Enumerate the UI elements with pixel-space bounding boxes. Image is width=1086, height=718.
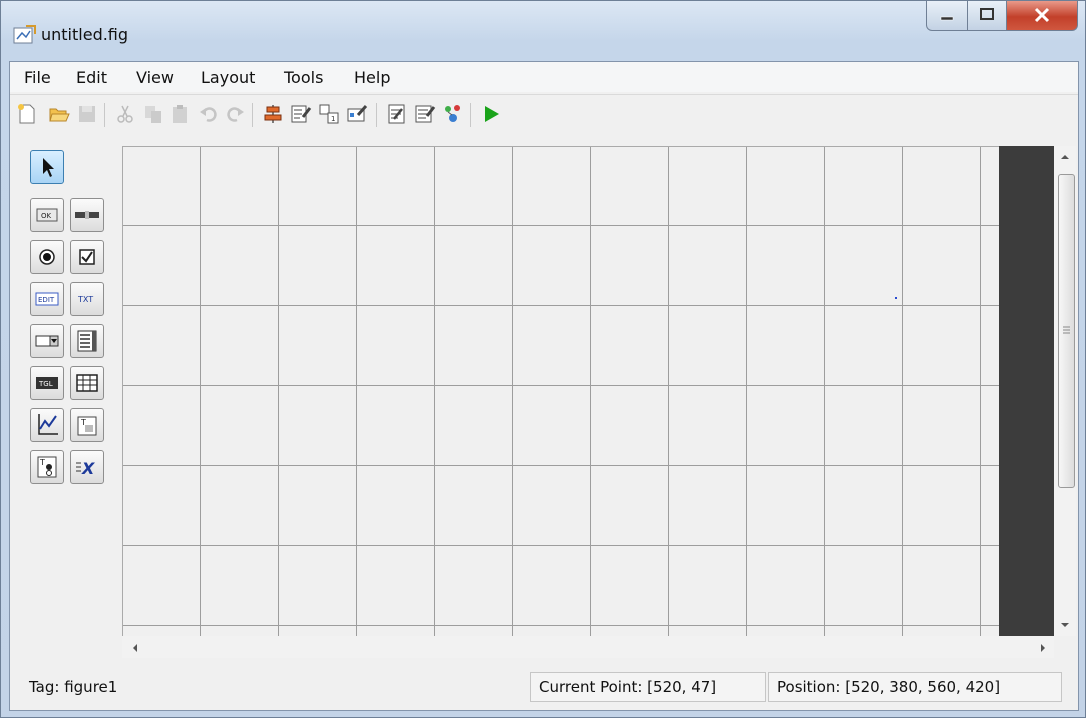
axes-icon <box>38 414 58 435</box>
close-icon <box>1034 7 1050 23</box>
cut-icon[interactable] <box>114 103 136 125</box>
radio-button-tool[interactable] <box>30 240 64 274</box>
align-objects-icon[interactable] <box>262 103 284 125</box>
component-palette: OK EDIT TXT TGL T T X <box>30 150 116 540</box>
tab-order-editor-icon[interactable]: 1 <box>318 103 340 125</box>
minimize-button[interactable] <box>926 1 968 31</box>
canvas-marker-dot <box>895 297 897 299</box>
panel-tool[interactable]: T <box>70 408 104 442</box>
svg-text:EDIT: EDIT <box>38 296 55 304</box>
window-title: untitled.fig <box>41 25 129 44</box>
menu-file[interactable]: File <box>24 68 51 87</box>
table-tool[interactable] <box>70 366 104 400</box>
menu-bar: File Edit View Layout Tools Help <box>10 62 1078 92</box>
svg-text:X: X <box>81 459 95 478</box>
menu-view[interactable]: View <box>136 68 174 87</box>
paste-icon[interactable] <box>170 103 192 125</box>
horizontal-scrollbar[interactable] <box>122 636 1054 658</box>
status-tag: Tag: figure1 <box>29 678 118 696</box>
activex-control-icon: X <box>76 459 95 478</box>
svg-text:TXT: TXT <box>77 295 93 304</box>
status-current-point: Current Point: [520, 47] <box>530 672 766 702</box>
activex-control-tool[interactable]: X <box>70 450 104 484</box>
pop-up-menu-icon <box>35 335 59 347</box>
maximize-icon <box>980 8 994 20</box>
scroll-right-arrow-icon[interactable] <box>1038 642 1048 654</box>
vertical-scrollbar[interactable] <box>1054 146 1076 636</box>
toolbar: 1 <box>10 94 1078 131</box>
toolbar-separator <box>376 103 377 127</box>
copy-icon[interactable] <box>142 103 164 125</box>
svg-text:OK: OK <box>41 212 52 220</box>
scroll-up-arrow-icon[interactable] <box>1059 152 1071 162</box>
toggle-button-icon: TGL <box>36 377 58 389</box>
listbox-tool[interactable] <box>70 324 104 358</box>
client-area: File Edit View Layout Tools Help 1 OK ED… <box>9 61 1079 711</box>
button-group-icon: T <box>37 456 57 478</box>
close-button[interactable] <box>1006 1 1078 31</box>
slider-tool[interactable] <box>70 198 104 232</box>
layout-grid-area[interactable] <box>122 146 1001 637</box>
title-bar[interactable]: untitled.fig <box>1 1 1085 61</box>
toolbar-separator <box>104 103 105 127</box>
open-file-icon[interactable] <box>48 103 70 125</box>
scroll-down-arrow-icon[interactable] <box>1059 620 1071 630</box>
status-position: Position: [520, 380, 560, 420] <box>768 672 1062 702</box>
redo-icon[interactable] <box>224 103 246 125</box>
vertical-scroll-thumb[interactable] <box>1058 174 1075 488</box>
property-inspector-icon[interactable] <box>414 103 436 125</box>
axes-tool[interactable] <box>30 408 64 442</box>
check-box-icon <box>79 249 95 265</box>
static-text-tool[interactable]: TXT <box>70 282 104 316</box>
select-arrow-icon <box>43 158 54 177</box>
menu-edit[interactable]: Edit <box>76 68 107 87</box>
minimize-icon <box>940 16 954 21</box>
new-figure-icon[interactable] <box>16 103 38 125</box>
slider-icon <box>75 211 99 219</box>
table-icon <box>76 374 98 392</box>
mfile-editor-icon[interactable] <box>386 103 408 125</box>
push-button-icon: OK <box>36 208 58 222</box>
radio-button-icon <box>39 249 55 265</box>
panel-icon: T <box>77 416 97 436</box>
object-browser-icon[interactable] <box>442 103 464 125</box>
figure-edge-strip <box>999 146 1054 636</box>
toolbar-separator <box>470 103 471 127</box>
scroll-left-arrow-icon[interactable] <box>130 642 140 654</box>
toolbar-separator <box>252 103 253 127</box>
edit-text-icon: EDIT <box>35 292 59 306</box>
button-group-tool[interactable]: T <box>30 450 64 484</box>
select-tool-button[interactable] <box>30 150 64 184</box>
maximize-button[interactable] <box>967 1 1007 31</box>
menu-layout[interactable]: Layout <box>201 68 255 87</box>
save-icon[interactable] <box>76 103 98 125</box>
svg-text:1: 1 <box>331 115 335 123</box>
grip-icon <box>1063 326 1070 334</box>
toggle-button-tool[interactable]: TGL <box>30 366 64 400</box>
menu-editor-icon[interactable] <box>290 103 312 125</box>
undo-icon[interactable] <box>198 103 220 125</box>
svg-text:T: T <box>39 458 45 467</box>
menu-help[interactable]: Help <box>354 68 390 87</box>
static-text-icon: TXT <box>77 295 93 304</box>
pop-up-menu-tool[interactable] <box>30 324 64 358</box>
svg-text:TGL: TGL <box>38 380 53 388</box>
check-box-tool[interactable] <box>70 240 104 274</box>
edit-text-tool[interactable]: EDIT <box>30 282 64 316</box>
window: untitled.fig File Edit View Layout Tools… <box>0 0 1086 718</box>
push-button-tool[interactable]: OK <box>30 198 64 232</box>
run-figure-icon[interactable] <box>480 103 502 125</box>
toolbar-editor-icon[interactable] <box>346 103 368 125</box>
menu-tools[interactable]: Tools <box>284 68 323 87</box>
figure-file-icon <box>13 25 36 44</box>
status-bar: Tag: figure1 Current Point: [520, 47] Po… <box>10 666 1078 708</box>
listbox-icon <box>77 330 97 352</box>
